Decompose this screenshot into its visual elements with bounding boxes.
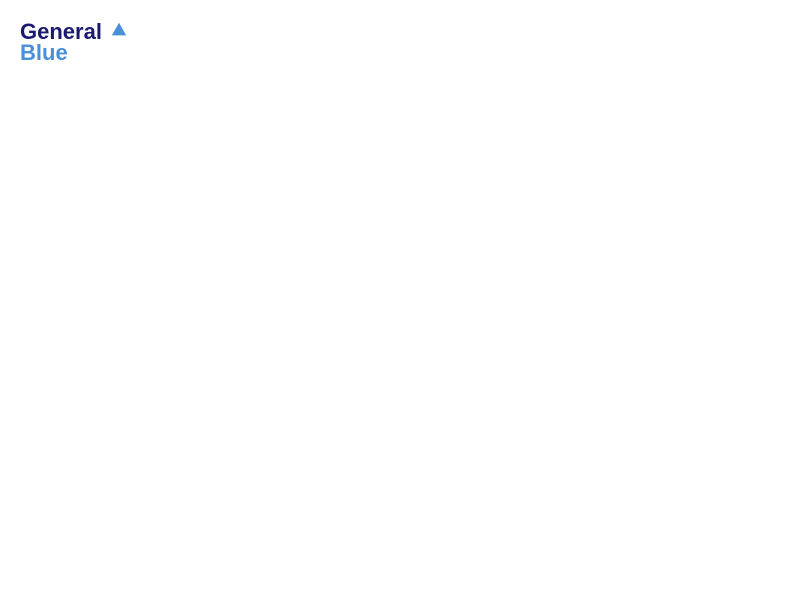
logo: General Blue <box>20 20 128 66</box>
page-header: General Blue <box>20 20 772 66</box>
logo-icon <box>110 21 128 39</box>
